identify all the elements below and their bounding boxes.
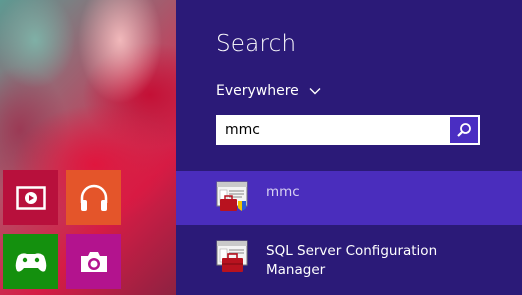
result-line: SQL Server Configuration — [266, 243, 438, 259]
result-title: SQL Server Configuration Manager — [266, 242, 437, 280]
xbox-controller-icon — [15, 252, 46, 272]
search-scope-dropdown[interactable]: Everywhere — [216, 83, 321, 99]
result-line: mmc — [266, 184, 300, 200]
search-result-sql-config-manager[interactable]: SQL Server Configuration Manager — [176, 237, 522, 291]
start-screen-background — [0, 0, 176, 295]
camera-icon — [80, 251, 107, 272]
scope-label: Everywhere — [216, 83, 299, 99]
search-input[interactable] — [216, 115, 448, 145]
result-line: Manager — [266, 262, 326, 278]
search-box — [216, 115, 480, 145]
headphones-icon — [80, 184, 107, 211]
games-tile[interactable] — [3, 234, 58, 289]
search-result-mmc[interactable]: mmc — [176, 171, 522, 225]
mmc-console-icon — [216, 181, 248, 211]
pane-title: Search — [216, 31, 297, 57]
result-title: mmc — [266, 183, 300, 202]
search-button[interactable] — [450, 117, 478, 143]
search-icon — [457, 123, 471, 137]
video-icon — [15, 185, 46, 210]
chevron-down-icon — [309, 83, 321, 99]
music-tile[interactable] — [66, 170, 121, 225]
camera-tile[interactable] — [66, 234, 121, 289]
search-pane: Search Everywhere mmc mmc SQL Server Con… — [176, 0, 522, 295]
video-tile[interactable] — [3, 170, 58, 225]
sql-config-manager-icon — [216, 240, 248, 272]
